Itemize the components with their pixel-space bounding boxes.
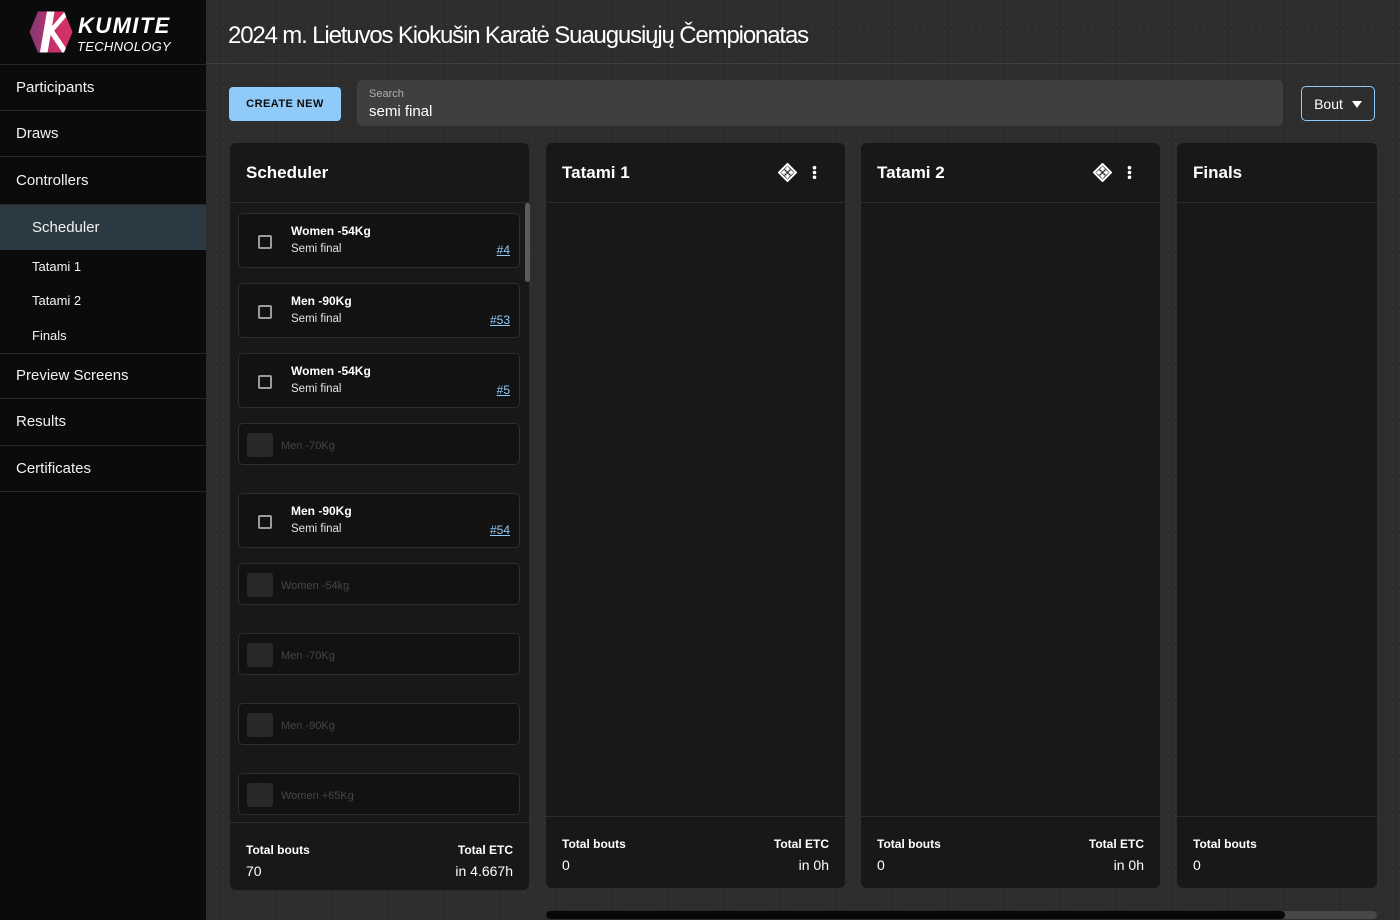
svg-text:TECHNOLOGY: TECHNOLOGY [77,39,172,54]
svg-text:KUMITE: KUMITE [78,13,171,38]
